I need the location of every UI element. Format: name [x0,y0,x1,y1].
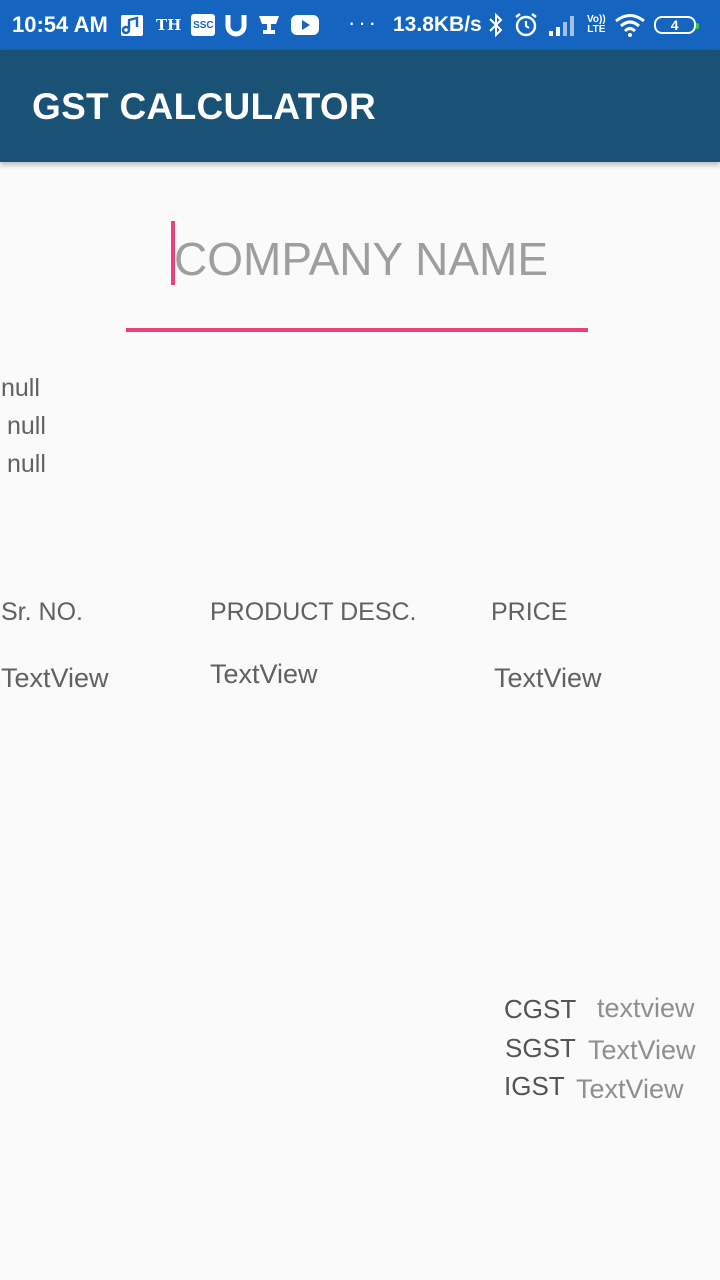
system-icons: Vo)) LTE 4 [488,10,699,40]
company-name-input[interactable]: COMPANY NAME [126,212,588,332]
header-sr-no: Sr. NO. [1,598,83,626]
screen: 10:54 AM TH SSC ··· 13.8KB/s Vo)) LTE 4 … [0,0,720,1280]
wifi-icon [614,13,645,37]
network-speed: 13.8KB/s [393,13,482,36]
company-name-placeholder: COMPANY NAME [174,233,549,285]
status-time: 10:54 AM [12,12,108,37]
info-line-2: null [7,412,46,440]
sgst-value: TextView [588,1035,696,1065]
cgst-value: textview [597,993,695,1023]
igst-label: IGST [504,1071,565,1101]
bluetooth-icon [488,12,504,38]
sgst-label: SGST [505,1033,576,1063]
notification-icons: TH SSC [120,11,320,39]
signal-icon [548,13,578,37]
trophy-icon [257,13,281,37]
ssc-icon: SSC [191,14,216,36]
app-bar: GST CALCULATOR [0,50,720,162]
youtube-icon [291,14,320,36]
row-price: TextView [494,663,602,693]
volte-icon: Vo)) LTE [587,14,606,35]
battery-icon: 4 [653,16,699,34]
header-product-desc: PRODUCT DESC. [210,598,417,626]
header-price: PRICE [491,598,568,626]
music-notification-icon [120,12,146,38]
more-notifications-icon: ··· [348,10,379,35]
igst-value: TextView [576,1074,684,1104]
info-line-1: null [1,374,40,402]
row-sr-no: TextView [1,663,109,693]
magnet-icon [225,13,247,37]
alarm-icon [513,12,539,38]
row-product-desc: TextView [210,659,318,689]
status-bar: 10:54 AM TH SSC ··· 13.8KB/s Vo)) LTE 4 [0,0,720,50]
app-title: GST CALCULATOR [32,86,377,127]
th-icon: TH [156,16,182,34]
info-line-3: null [7,450,46,478]
input-underline [126,328,588,332]
cgst-label: CGST [504,994,577,1024]
